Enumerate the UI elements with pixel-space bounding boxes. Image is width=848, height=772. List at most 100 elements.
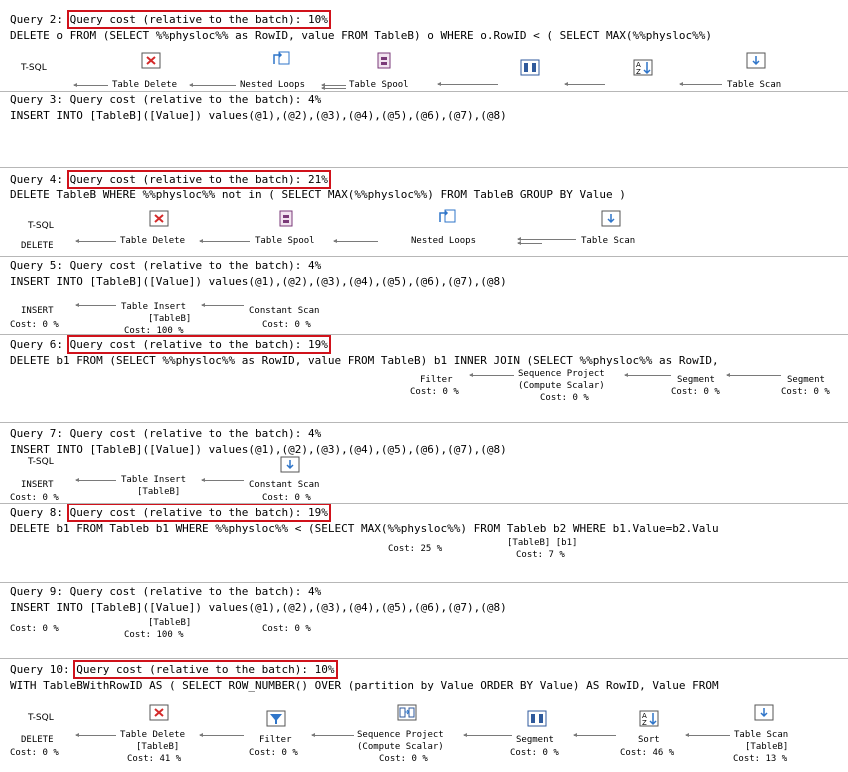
segment-icon[interactable] <box>520 59 540 77</box>
query-4-op-table-delete[interactable]: Table Delete <box>120 236 185 247</box>
query-2-op-table-delete[interactable]: Table Delete <box>112 80 177 91</box>
plan-connector <box>321 83 346 87</box>
query-10-op-filter[interactable]: Filter <box>259 735 292 746</box>
query-7-op-constant-scan[interactable]: Constant Scan <box>249 480 319 491</box>
nested-loops-icon[interactable] <box>437 208 457 226</box>
nested-loops-icon[interactable] <box>271 50 291 68</box>
query-6-cost-highlight[interactable]: Query cost (relative to the batch): 19% <box>66 335 331 354</box>
query-6-seq-sub: (Compute Scalar) <box>518 381 605 391</box>
query-9-sql[interactable]: INSERT INTO [TableB]([Value]) values(@1)… <box>10 601 507 614</box>
query-7-insert-table: [TableB] <box>137 487 181 497</box>
plan-connector <box>437 82 498 86</box>
query-6-sql[interactable]: DELETE b1 FROM (SELECT %%physloc%% as Ro… <box>10 354 719 367</box>
query-5-op-table-insert[interactable]: Table Insert <box>121 302 186 313</box>
query-6-op-segment-1[interactable]: Segment <box>677 375 715 386</box>
query-10-root-delete[interactable]: DELETE <box>21 735 54 746</box>
table-delete-icon[interactable] <box>149 210 169 228</box>
plan-connector <box>201 303 244 307</box>
query-2-header: Query 2: Query cost (relative to the bat… <box>10 10 331 29</box>
query-9-insert-table: [TableB] <box>148 618 192 628</box>
query-4-header: Query 4: Query cost (relative to the bat… <box>10 170 331 189</box>
plan-connector <box>517 241 542 245</box>
query-10-op-sequence-project[interactable]: Sequence Project <box>357 730 444 741</box>
query-3-block: Query 3: Query cost (relative to the bat… <box>0 92 848 168</box>
query-2-cost-highlight[interactable]: Query cost (relative to the batch): 10% <box>66 10 331 29</box>
sort-icon[interactable]: AZ <box>633 59 653 77</box>
query-5-root-cost: Cost: 0 % <box>10 320 59 330</box>
query-10-delete-table: [TableB] <box>136 742 180 752</box>
query-6-seg1-cost: Cost: 0 % <box>671 387 720 397</box>
query-3-sql[interactable]: INSERT INTO [TableB]([Value]) values(@1)… <box>10 109 507 122</box>
query-10-op-sort[interactable]: Sort <box>638 735 660 746</box>
table-delete-icon[interactable] <box>149 704 169 722</box>
query-5-header: Query 5: Query cost (relative to the bat… <box>10 259 322 272</box>
query-5-sql[interactable]: INSERT INTO [TableB]([Value]) values(@1)… <box>10 275 507 288</box>
table-scan-icon[interactable] <box>754 704 774 722</box>
plan-connector <box>75 303 116 307</box>
query-6-seq-cost: Cost: 0 % <box>540 393 589 403</box>
plan-connector <box>333 239 378 243</box>
plan-connector <box>199 239 250 243</box>
query-7-root-insert[interactable]: INSERT <box>21 480 54 491</box>
query-4-root-delete[interactable]: DELETE <box>21 241 54 252</box>
svg-text:Z: Z <box>636 68 641 76</box>
query-4-op-nested-loops[interactable]: Nested Loops <box>411 236 476 247</box>
query-5-root-insert[interactable]: INSERT <box>21 306 54 317</box>
query-6-seg2-cost: Cost: 0 % <box>781 387 830 397</box>
plan-connector <box>564 82 605 86</box>
table-delete-icon[interactable] <box>141 52 161 70</box>
table-scan-icon[interactable] <box>746 52 766 70</box>
query-10-segment-cost: Cost: 0 % <box>510 748 559 758</box>
query-9-header: Query 9: Query cost (relative to the bat… <box>10 585 322 598</box>
query-2-op-table-spool[interactable]: Table Spool <box>349 80 409 91</box>
plan-connector <box>469 373 514 377</box>
query-10-seq-cost: Cost: 0 % <box>379 754 428 764</box>
plan-connector <box>624 373 671 377</box>
segment-icon[interactable] <box>527 710 547 728</box>
query-2-op-table-scan[interactable]: Table Scan <box>727 80 781 91</box>
query-5-op-constant-scan[interactable]: Constant Scan <box>249 306 319 317</box>
query-6-header: Query 6: Query cost (relative to the bat… <box>10 335 331 354</box>
query-6-op-sequence-project[interactable]: Sequence Project <box>518 369 605 380</box>
table-scan-icon[interactable] <box>601 210 621 228</box>
plan-connector <box>685 733 730 737</box>
query-10-header: Query 10: Query cost (relative to the ba… <box>10 660 338 679</box>
plan-connector <box>311 733 354 737</box>
query-6-op-segment-2[interactable]: Segment <box>787 375 825 386</box>
query-6-op-filter[interactable]: Filter <box>420 375 453 386</box>
query-8-cost-highlight[interactable]: Query cost (relative to the batch): 19% <box>66 504 331 522</box>
query-10-op-table-scan[interactable]: Table Scan <box>734 730 788 741</box>
query-8-cost-b: Cost: 7 % <box>516 550 565 560</box>
query-4-sql[interactable]: DELETE TableB WHERE %%physloc%% not in (… <box>10 188 626 201</box>
query-10-op-segment[interactable]: Segment <box>516 735 554 746</box>
query-10-sql[interactable]: WITH TableBWithRowID AS ( SELECT ROW_NUM… <box>10 679 719 692</box>
query-3-header: Query 3: Query cost (relative to the bat… <box>10 93 322 106</box>
query-10-filter-cost: Cost: 0 % <box>249 748 298 758</box>
query-8-table: [TableB] [b1] <box>507 538 578 548</box>
sequence-project-icon[interactable] <box>397 704 417 722</box>
plan-connector <box>75 733 116 737</box>
query-10-op-table-delete[interactable]: Table Delete <box>120 730 185 741</box>
query-9-block: Query 9: Query cost (relative to the bat… <box>0 583 848 659</box>
query-5-insert-table: [TableB] <box>148 314 192 324</box>
query-2-op-nested-loops[interactable]: Nested Loops <box>240 80 305 91</box>
query-4-op-table-scan[interactable]: Table Scan <box>581 236 635 247</box>
filter-icon[interactable] <box>266 710 286 728</box>
query-4-cost-highlight[interactable]: Query cost (relative to the batch): 21% <box>66 170 331 189</box>
query-7-op-table-insert[interactable]: Table Insert <box>121 475 186 486</box>
query-2-sql[interactable]: DELETE o FROM (SELECT %%physloc%% as Row… <box>10 29 712 42</box>
query-10-sort-cost: Cost: 46 % <box>620 748 675 758</box>
query-10-scan-cost: Cost: 13 % <box>733 754 788 764</box>
query-7-sql[interactable]: INSERT INTO [TableB]([Value]) values(@1)… <box>10 443 507 456</box>
plan-connector <box>726 373 781 377</box>
query-8-sql[interactable]: DELETE b1 FROM Tableb b1 WHERE %%physloc… <box>10 522 719 535</box>
table-spool-icon[interactable] <box>276 210 296 228</box>
query-8-cost-a: Cost: 25 % <box>388 544 443 554</box>
query-10-cost-highlight[interactable]: Query cost (relative to the batch): 10% <box>73 660 338 679</box>
plan-connector <box>321 86 346 90</box>
sort-icon[interactable]: AZ <box>639 710 659 728</box>
table-scan-icon[interactable] <box>280 456 300 474</box>
table-spool-icon[interactable] <box>374 52 394 70</box>
query-4-op-table-spool[interactable]: Table Spool <box>255 236 315 247</box>
query-2-tsql-label: T-SQL <box>21 63 47 73</box>
